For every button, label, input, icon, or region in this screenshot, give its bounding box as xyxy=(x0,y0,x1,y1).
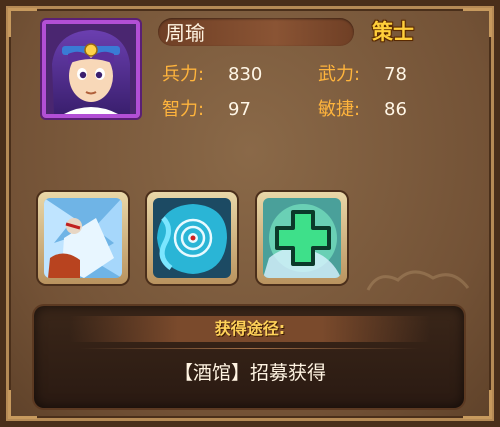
skill-slot-2[interactable] xyxy=(147,192,237,284)
divider xyxy=(80,348,420,349)
frame-corner-ornament xyxy=(463,8,492,37)
hero-portrait-icon xyxy=(46,24,136,114)
stat-troops-label: 兵力: xyxy=(162,64,205,85)
skill-slot-3[interactable] xyxy=(257,192,347,284)
heal-cross-skill-icon xyxy=(263,198,341,278)
stat-force-value: 78 xyxy=(384,64,407,85)
target-vortex-skill-icon xyxy=(153,198,231,278)
acquisition-source-text: 【酒馆】招募获得 xyxy=(173,362,326,384)
frame-corner-ornament xyxy=(463,390,492,419)
skill-slot-1[interactable] xyxy=(38,192,128,284)
hero-class-badge: 策士 xyxy=(372,19,414,44)
stat-troops-value: 830 xyxy=(228,64,263,85)
ice-warrior-skill-icon xyxy=(44,198,122,278)
stat-force-label: 武力: xyxy=(318,64,361,85)
frame-corner-ornament xyxy=(8,8,37,37)
hero-name: 周瑜 xyxy=(165,21,205,45)
hero-portrait[interactable] xyxy=(42,20,140,118)
stat-intellect-label: 智力: xyxy=(162,99,205,120)
stat-agility-label: 敏捷: xyxy=(318,99,361,120)
stat-intellect-value: 97 xyxy=(228,99,251,120)
stat-agility-value: 86 xyxy=(384,99,407,120)
frame-corner-ornament xyxy=(8,390,37,419)
cloud-decoration-icon xyxy=(366,270,470,291)
acquisition-title: 获得途径: xyxy=(214,319,286,338)
